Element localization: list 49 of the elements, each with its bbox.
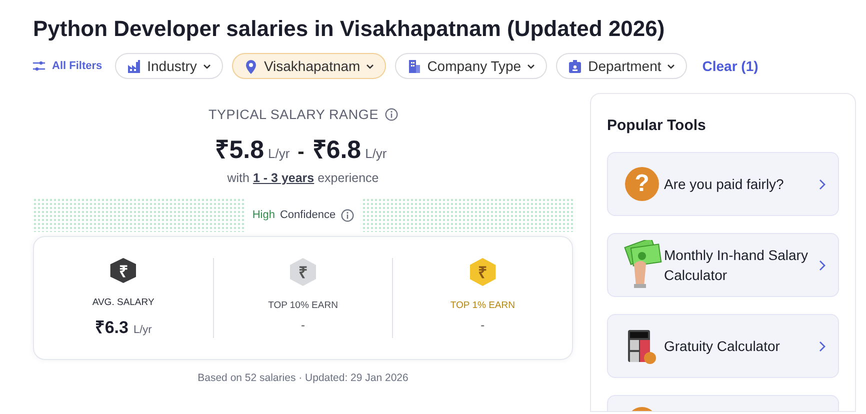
chevron-down-icon <box>667 64 676 68</box>
filter-dropdown[interactable]: Industry <box>115 53 223 79</box>
info-icon <box>340 208 354 222</box>
stat-label: AVG. SALARY <box>92 297 154 308</box>
question-coin-icon: ? <box>625 167 659 201</box>
unit-label: L/yr <box>268 146 290 161</box>
section-heading: TYPICAL SALARY RANGE <box>208 107 379 122</box>
chevron-right-icon <box>819 260 826 270</box>
unit-label: L/yr <box>133 324 152 336</box>
panel-title: Popular Tools <box>607 117 707 134</box>
chevron-right-icon <box>819 178 826 190</box>
chevron-down-icon <box>366 64 374 68</box>
salary-high: ₹6.8 <box>312 135 362 165</box>
sliders-icon <box>33 61 45 71</box>
stat-value: ₹6.3 <box>94 317 128 338</box>
filter-dropdown[interactable]: Department <box>556 53 688 79</box>
tool-card[interactable]: Gratuity Calculator <box>607 314 839 378</box>
chevron-right-icon <box>819 340 826 352</box>
footnote: Based on 52 salaries · Updated: 29 Jan 2026 <box>196 372 410 384</box>
chevron-down-icon <box>527 64 536 68</box>
tool-label: Gratuity Calculator <box>664 337 781 356</box>
calculator-icon <box>626 328 658 364</box>
factory-icon <box>127 58 142 74</box>
tool-label: Are you paid fairly? <box>664 175 785 194</box>
tool-label: Monthly In-hand Salary Calculator <box>664 246 809 285</box>
tool-card[interactable]: ? Are you paid fairly? <box>607 152 839 216</box>
info-icon <box>384 108 398 121</box>
filter-dropdown[interactable]: Visakhapatnam <box>232 53 386 79</box>
stat-label: TOP 1% EARN <box>450 300 515 311</box>
confidence-level: High <box>252 209 275 221</box>
building-icon <box>407 58 422 74</box>
experience-link[interactable]: 1 - 3 years <box>252 171 314 185</box>
unit-label: L/yr <box>365 146 387 161</box>
hand-holding-cash-icon <box>622 240 662 290</box>
stat-value: - <box>480 318 485 332</box>
page-title: Python Developer salaries in Visakhapatnam (Updated 2026) <box>33 16 666 42</box>
location-pin-icon <box>244 58 258 74</box>
stat-label: TOP 10% EARN <box>268 300 338 311</box>
salary-low: ₹5.8 <box>215 135 264 165</box>
clear-filters-link[interactable]: Clear (1) <box>696 58 758 74</box>
range-separator: - <box>298 141 304 164</box>
id-badge-icon <box>568 58 582 74</box>
all-filters-button[interactable]: All Filters <box>33 60 102 72</box>
chevron-down-icon <box>202 64 211 68</box>
stat-value: - <box>301 318 305 332</box>
tool-card[interactable]: Monthly In-hand Salary Calculator <box>607 233 839 297</box>
filter-dropdown[interactable]: Company Type <box>395 53 548 79</box>
confidence-label: Confidence <box>280 209 336 221</box>
experience-text: with 1 - 3 years experience <box>227 171 379 185</box>
